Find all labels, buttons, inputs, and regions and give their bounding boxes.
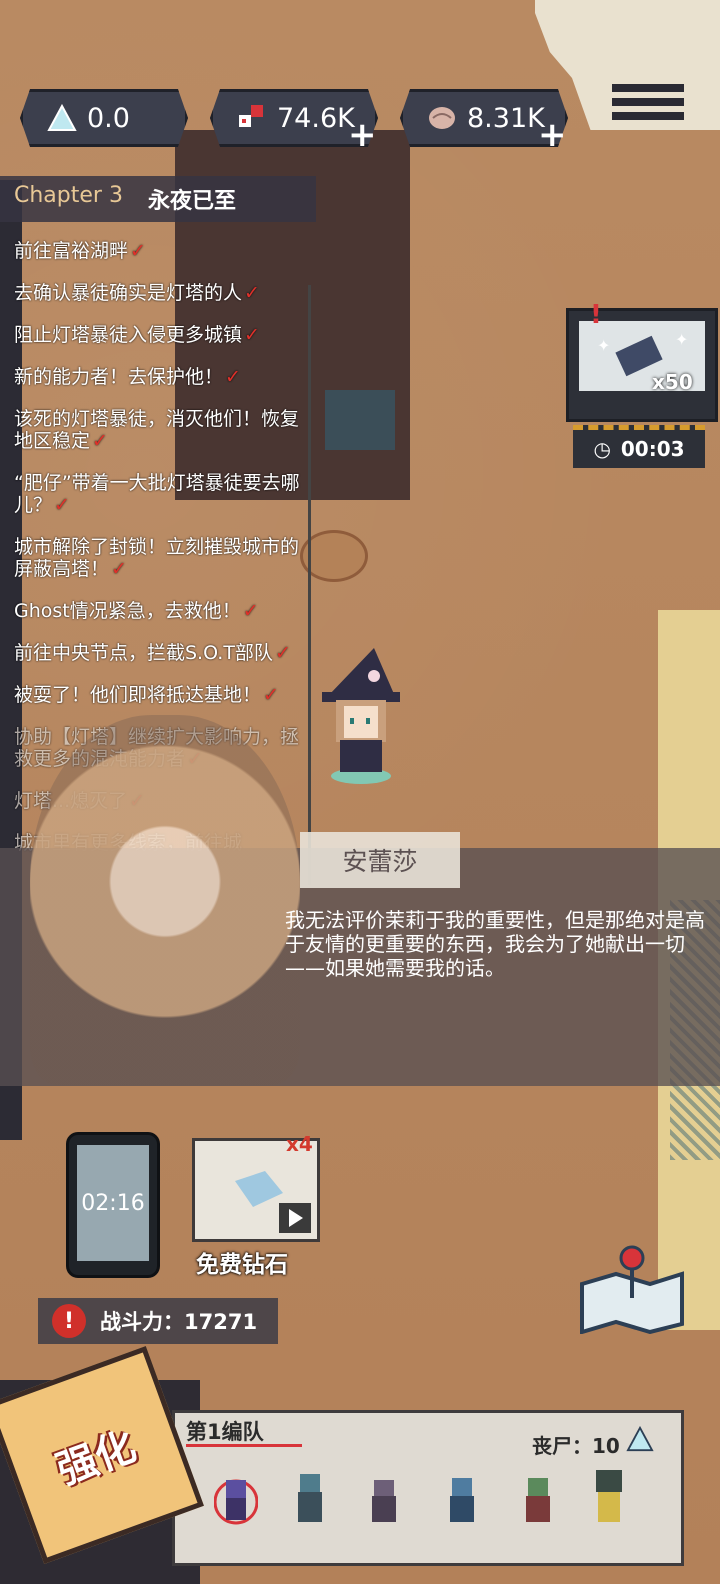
quest-item[interactable]: 城市解除了封锁！立刻摧毁城市的屏蔽高塔！ ✓ bbox=[14, 536, 314, 580]
hero-slot-1[interactable] bbox=[214, 1466, 258, 1528]
hero-slot-4[interactable] bbox=[440, 1466, 484, 1528]
quest-item[interactable]: 新的能力者！去保护他！ ✓ bbox=[14, 366, 314, 388]
quest-item[interactable]: 被耍了！他们即将抵达基地！ ✓ bbox=[14, 684, 314, 706]
dice-icon bbox=[235, 101, 269, 135]
check-icon: ✓ bbox=[225, 366, 241, 388]
quest-item-text: 被耍了！他们即将抵达基地！ bbox=[14, 684, 262, 706]
quest-item-text: 新的能力者！去保护他！ bbox=[14, 366, 224, 388]
witch-character[interactable] bbox=[318, 648, 404, 786]
zombie-count: 丧尸：10 bbox=[532, 1434, 620, 1458]
quest-item-text: 该死的灯塔暴徒，消灭他们！恢复地区稳定 bbox=[14, 408, 300, 452]
phone-timer: 02:16 bbox=[81, 1190, 145, 1216]
quest-item[interactable]: Ghost情况紧急，去救他！ ✓ bbox=[14, 600, 314, 622]
dialog-text: 我无法评价茉莉于我的重要性，但是那绝对是高于友情的更重要的东西，我会为了她献出一… bbox=[285, 908, 705, 980]
check-icon: ✓ bbox=[242, 600, 259, 622]
quest-item-text: 前往中央节点，拦截S.O.T部队 bbox=[14, 642, 273, 664]
quest-item[interactable]: “肥仔”带着一大批灯塔暴徒要去哪儿？ ✓ bbox=[14, 472, 314, 516]
machine-panel bbox=[325, 390, 395, 450]
brain-value: 8.31K bbox=[467, 102, 545, 134]
triangle-crystal-icon bbox=[626, 1425, 654, 1456]
reward-count: x50 bbox=[652, 370, 693, 394]
reward-chest-card[interactable]: ✦ ✦ bbox=[566, 308, 718, 422]
quest-item[interactable]: 阻止灯塔暴徒入侵更多城镇 ✓ bbox=[14, 324, 314, 346]
reward-timer-value: 00:03 bbox=[620, 437, 685, 461]
quest-item[interactable]: 该死的灯塔暴徒，消灭他们！恢复地区稳定 ✓ bbox=[14, 408, 314, 452]
combat-power[interactable]: ! 战斗力：17271 bbox=[38, 1298, 278, 1344]
svg-text:✦: ✦ bbox=[675, 330, 688, 349]
check-icon: ✓ bbox=[263, 684, 279, 706]
svg-text:✦: ✦ bbox=[597, 336, 610, 355]
quest-item-text: 阻止灯塔暴徒入侵更多城镇 bbox=[14, 324, 243, 346]
check-icon: ✓ bbox=[130, 240, 146, 262]
map-pin-icon[interactable] bbox=[578, 1244, 686, 1334]
speaker-name: 安蕾莎 bbox=[342, 847, 418, 876]
quest-item-text: 前往富裕湖畔 bbox=[14, 240, 129, 262]
alert-icon: ! bbox=[590, 300, 602, 330]
phone-button[interactable]: 02:16 bbox=[66, 1132, 160, 1278]
crystal-value: 0.0 bbox=[87, 102, 130, 134]
triangle-crystal-icon bbox=[45, 101, 79, 135]
check-icon: ✓ bbox=[111, 558, 127, 580]
quest-item[interactable]: 去确认暴徒确实是灯塔的人 ✓ bbox=[14, 282, 314, 304]
chapter-number: Chapter 3 bbox=[14, 183, 123, 208]
check-icon: ✓ bbox=[274, 642, 291, 664]
quest-item[interactable]: 前往富裕湖畔 ✓ bbox=[14, 240, 314, 262]
quest-item[interactable]: 前往中央节点，拦截S.O.T部队 ✓ bbox=[14, 642, 314, 664]
free-diamond-multiplier: x4 bbox=[286, 1132, 313, 1156]
hero-slot-3[interactable] bbox=[362, 1466, 406, 1528]
quest-scrollbar[interactable] bbox=[308, 285, 311, 885]
brain-icon bbox=[425, 101, 459, 135]
team-name[interactable]: 第1编队 bbox=[186, 1416, 264, 1446]
hero-slot-5[interactable] bbox=[516, 1466, 560, 1528]
crystal-counter[interactable]: 0.0 bbox=[20, 89, 188, 147]
add-brain-button[interactable]: + bbox=[538, 115, 567, 155]
quest-item-text: Ghost情况紧急，去救他！ bbox=[14, 600, 241, 622]
check-icon: ✓ bbox=[54, 494, 70, 516]
hero-slot-2[interactable] bbox=[288, 1466, 332, 1528]
warning-icon: ! bbox=[52, 1304, 86, 1338]
quest-item-text: 城市解除了封锁！立刻摧毁城市的屏蔽高塔！ bbox=[14, 536, 300, 580]
dice-value: 74.6K bbox=[277, 102, 355, 134]
add-dice-button[interactable]: + bbox=[348, 115, 377, 155]
team-underline bbox=[186, 1444, 302, 1447]
menu-hamburger-icon[interactable] bbox=[612, 78, 684, 134]
hero-slot-6[interactable] bbox=[586, 1466, 630, 1528]
speaker-name-tag: 安蕾莎 bbox=[300, 832, 460, 888]
clock-icon: ◷ bbox=[593, 437, 611, 461]
speaker-portrait bbox=[30, 715, 300, 1085]
reward-timer: ◷ 00:03 bbox=[573, 425, 705, 468]
combat-power-label: 战斗力：17271 bbox=[100, 1310, 258, 1334]
check-icon: ✓ bbox=[92, 430, 108, 452]
quest-item-text: 去确认暴徒确实是灯塔的人 bbox=[14, 282, 243, 304]
chapter-title: 永夜已至 bbox=[148, 189, 237, 214]
enhance-label: 强化 bbox=[50, 1423, 142, 1495]
check-icon: ✓ bbox=[244, 324, 260, 346]
phone-screen: 02:16 bbox=[77, 1145, 149, 1261]
check-icon: ✓ bbox=[244, 282, 260, 304]
free-diamond-label: 免费钻石 bbox=[196, 1252, 288, 1278]
